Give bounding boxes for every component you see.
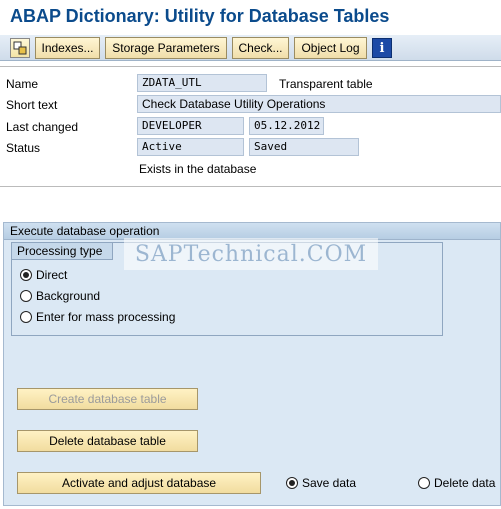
check-button[interactable]: Check... xyxy=(232,37,289,59)
name-field[interactable]: ZDATA_UTL xyxy=(137,74,267,92)
execute-icon[interactable] xyxy=(10,38,30,58)
radio-direct-label: Direct xyxy=(36,268,68,282)
processing-type-title: Processing type xyxy=(12,243,114,260)
create-database-table-button: Create database table xyxy=(17,388,198,410)
separator xyxy=(0,186,501,187)
application-toolbar: Indexes... Storage Parameters Check... O… xyxy=(0,35,501,61)
radio-mass-processing-label: Enter for mass processing xyxy=(36,310,176,324)
radio-selected-icon[interactable] xyxy=(20,269,32,281)
last-changed-label: Last changed xyxy=(6,120,79,134)
status-field: Active xyxy=(137,138,244,156)
short-text-field[interactable]: Check Database Utility Operations xyxy=(137,95,501,113)
indexes-button[interactable]: Indexes... xyxy=(35,37,100,59)
last-changed-date-field: 05.12.2012 xyxy=(249,117,324,135)
radio-background[interactable]: Background xyxy=(20,289,100,303)
radio-save-data[interactable]: Save data xyxy=(286,476,356,490)
separator xyxy=(0,66,501,67)
window-title: ABAP Dictionary: Utility for Database Ta… xyxy=(10,6,390,26)
radio-mass-processing[interactable]: Enter for mass processing xyxy=(20,310,175,324)
info-icon[interactable]: i xyxy=(372,38,392,58)
name-label: Name xyxy=(6,77,39,91)
object-log-button[interactable]: Object Log xyxy=(294,37,367,59)
delete-database-table-button[interactable]: Delete database table xyxy=(17,430,198,452)
watermark: SAPTechnical.COM xyxy=(124,238,378,270)
status-label: Status xyxy=(6,141,41,155)
radio-unselected-icon[interactable] xyxy=(418,477,430,489)
radio-save-data-label: Save data xyxy=(302,476,357,490)
radio-background-label: Background xyxy=(36,289,101,303)
saved-status-field: Saved xyxy=(249,138,359,156)
last-changed-user-field: DEVELOPER xyxy=(137,117,244,135)
db-status-text: Exists in the database xyxy=(139,162,257,176)
table-type-label: Transparent table xyxy=(279,77,373,91)
radio-selected-icon[interactable] xyxy=(286,477,298,489)
short-text-label: Short text xyxy=(6,98,58,112)
activate-adjust-database-button[interactable]: Activate and adjust database xyxy=(17,472,261,494)
radio-unselected-icon[interactable] xyxy=(20,290,32,302)
radio-delete-data[interactable]: Delete data xyxy=(418,476,495,490)
radio-direct[interactable]: Direct xyxy=(20,268,67,282)
radio-unselected-icon[interactable] xyxy=(20,311,32,323)
radio-delete-data-label: Delete data xyxy=(434,476,496,490)
storage-parameters-button[interactable]: Storage Parameters xyxy=(105,37,227,59)
